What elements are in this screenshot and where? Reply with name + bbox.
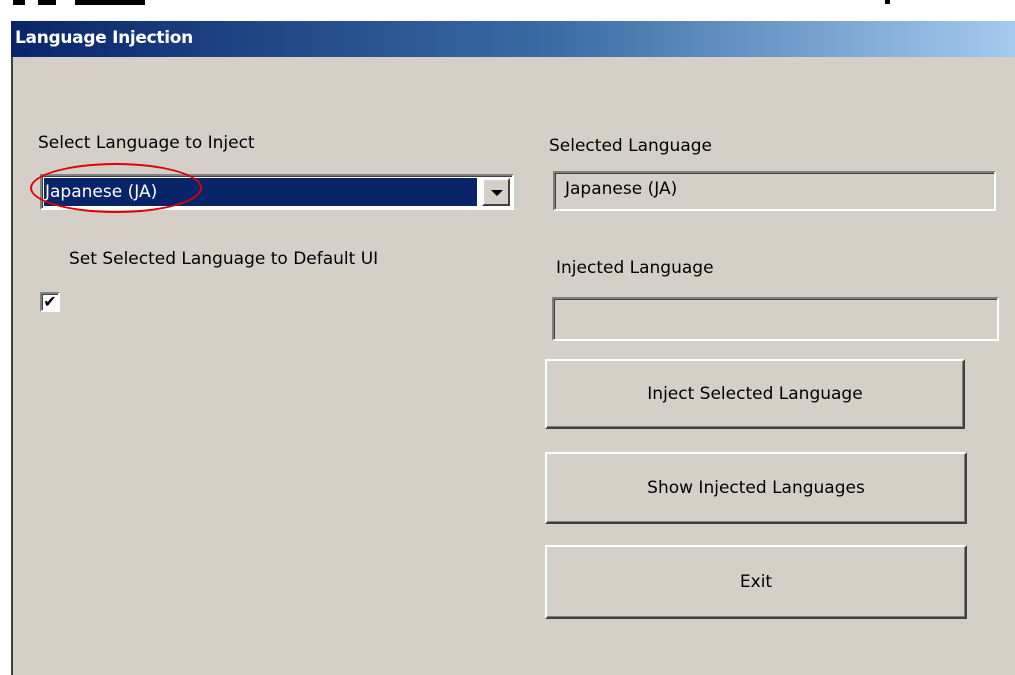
exit-button[interactable]: Exit — [545, 545, 967, 619]
app-window: Language Injection Select Language to In… — [0, 0, 1015, 675]
window-title: Language Injection — [15, 28, 193, 48]
dropdown-button[interactable] — [482, 178, 510, 206]
injected-language-field[interactable] — [552, 297, 999, 341]
language-dropdown[interactable]: Japanese (JA) — [40, 174, 514, 210]
selected-language-field[interactable]: Japanese (JA) — [553, 171, 996, 211]
select-language-label: Select Language to Inject — [38, 133, 255, 153]
background-strip — [0, 0, 1015, 20]
default-ui-checkbox[interactable]: ✔ — [40, 292, 60, 312]
selected-language-label: Selected Language — [549, 136, 712, 156]
show-injected-languages-button[interactable]: Show Injected Languages — [545, 452, 967, 524]
inject-selected-language-button[interactable]: Inject Selected Language — [545, 359, 965, 429]
injected-language-label: Injected Language — [556, 258, 714, 278]
default-ui-checkbox-label: Set Selected Language to Default UI — [69, 249, 379, 269]
dialog-body: Select Language to Inject Japanese (JA) … — [11, 57, 1015, 675]
chevron-down-icon — [491, 190, 503, 196]
language-dropdown-value: Japanese (JA) — [44, 178, 477, 206]
title-bar[interactable]: Language Injection — [11, 21, 1015, 57]
